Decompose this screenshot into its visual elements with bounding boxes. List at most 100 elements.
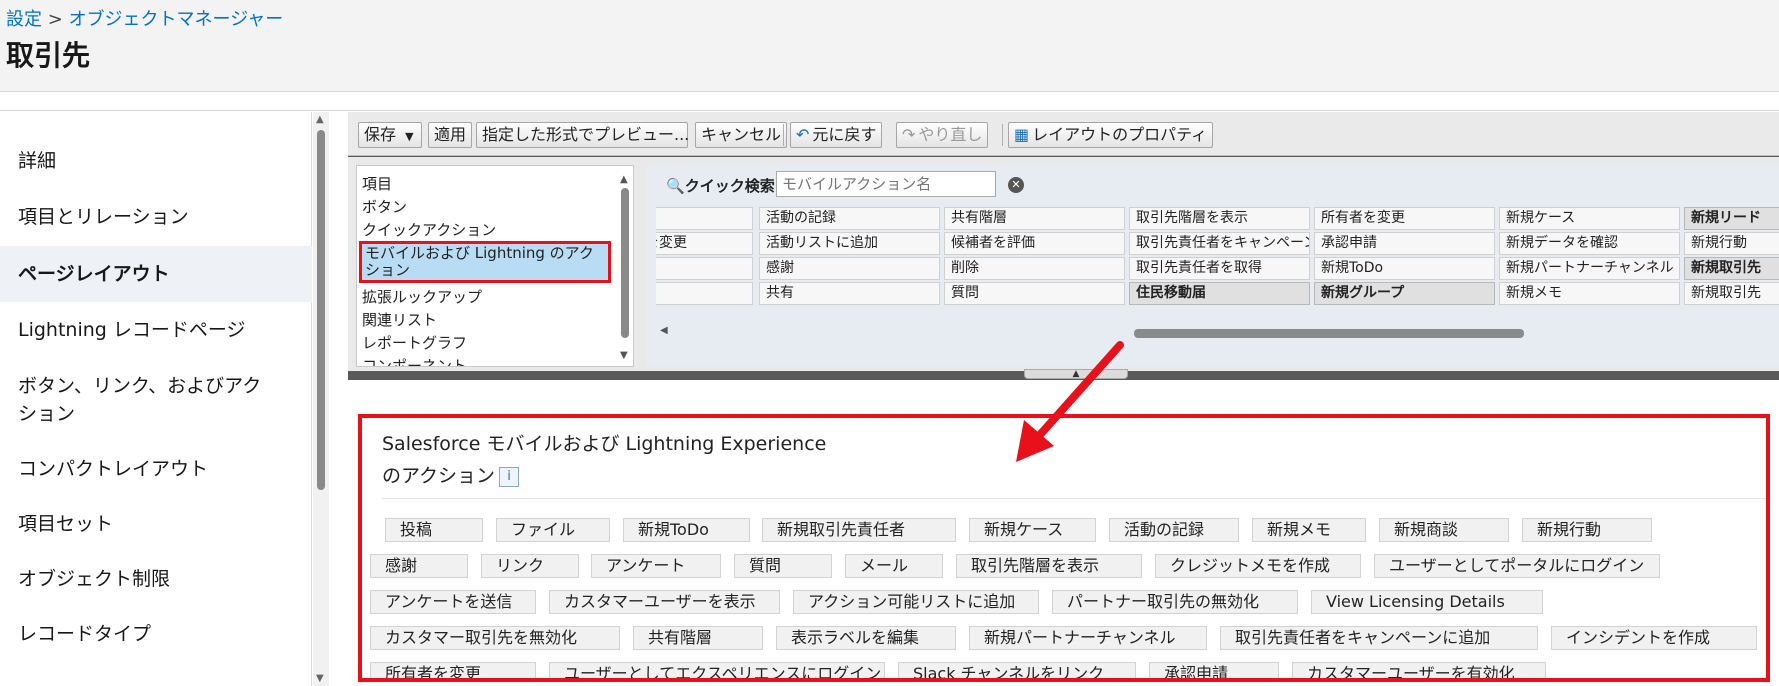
palette-action-item[interactable]: 承認申請	[1314, 232, 1495, 255]
palette-action-item[interactable]: 活動の記録	[759, 207, 940, 230]
palette-action-item[interactable]: 取引先責任者をキャンペーンに追加	[1129, 232, 1310, 255]
layout-action-chip[interactable]: アンケートを送信	[370, 590, 536, 614]
scroll-left-icon[interactable]: ◀	[660, 325, 668, 336]
palette-action-item[interactable]: 送信	[656, 282, 753, 305]
palette-action-item[interactable]: 活動リストに追加	[759, 232, 940, 255]
palette-action-item[interactable]	[656, 207, 753, 230]
palette-action-item[interactable]: タイプを変更	[656, 232, 753, 255]
layout-action-chip[interactable]: ファイル	[496, 518, 610, 542]
layout-action-chip[interactable]: リンク	[481, 554, 579, 578]
layout-action-chip[interactable]: 新規ToDo	[623, 518, 750, 542]
category-components[interactable]: コンポーネント	[362, 356, 467, 366]
palette-action-item-used[interactable]: 新規グループ	[1314, 282, 1495, 305]
category-scrollbar[interactable]: ▲ ▼	[619, 174, 631, 364]
palette-action-item[interactable]: 所有者を変更	[1314, 207, 1495, 230]
scroll-up-icon[interactable]: ▲	[316, 114, 324, 125]
sidebar-item-details[interactable]: 詳細	[0, 147, 312, 175]
save-button[interactable]: 保存 ▼	[358, 122, 422, 148]
palette-action-item[interactable]: 新規取引先	[1684, 282, 1779, 305]
sidebar-item-page-layouts[interactable]: ページレイアウト	[0, 246, 312, 302]
layout-properties-button[interactable]: ▦ レイアウトのプロパティ	[1008, 122, 1214, 148]
sidebar-item-record-types[interactable]: レコードタイプ	[0, 620, 312, 648]
palette-collapse-handle[interactable]: ▲	[1024, 369, 1128, 379]
apply-button[interactable]: 適用	[428, 122, 473, 148]
layout-action-chip[interactable]: 取引先階層を表示	[956, 554, 1142, 578]
scrollbar-thumb[interactable]	[317, 130, 325, 490]
clear-search-icon[interactable]: ✕	[1008, 177, 1024, 193]
category-mobile-lightning-actions[interactable]: モバイルおよび Lightning のアクション	[359, 241, 611, 283]
layout-action-chip[interactable]: 所有者を変更	[370, 662, 536, 678]
category-buttons[interactable]: ボタン	[362, 197, 407, 217]
layout-action-chip[interactable]: 投稿	[385, 518, 483, 542]
palette-action-item[interactable]: 感謝	[759, 257, 940, 280]
layout-action-chip[interactable]: 取引先責任者をキャンペーンに追加	[1220, 626, 1538, 650]
category-report-charts[interactable]: レポートグラフ	[362, 333, 467, 353]
layout-action-chip[interactable]: 新規行動	[1522, 518, 1652, 542]
layout-action-chip[interactable]: カスタマーユーザーを有効化	[1292, 662, 1546, 678]
layout-action-chip[interactable]: カスタマー取引先を無効化	[370, 626, 620, 650]
layout-action-chip[interactable]: アクション可能リストに追加	[793, 590, 1039, 614]
layout-action-chip[interactable]: インシデントを作成	[1551, 626, 1757, 650]
layout-action-chip[interactable]: View Licensing Details	[1311, 590, 1543, 614]
layout-action-chip[interactable]: ユーザーとしてポータルにログイン	[1374, 554, 1660, 578]
palette-action-item[interactable]: 共有階層	[944, 207, 1125, 230]
quick-search-input[interactable]	[776, 171, 996, 197]
sidebar-scrollbar[interactable]: ▲ ▼	[313, 112, 329, 686]
layout-action-chip[interactable]: ユーザーとしてエクスペリエンスにログイン	[549, 662, 885, 678]
category-related-lists[interactable]: 関連リスト	[362, 310, 437, 330]
layout-action-chip[interactable]: 活動の記録	[1109, 518, 1239, 542]
palette-action-item[interactable]: 表示	[656, 257, 753, 280]
undo-button[interactable]: ↶ 元に戻す	[790, 122, 883, 148]
palette-action-item[interactable]: 新規ToDo	[1314, 257, 1495, 280]
palette-action-item[interactable]: 候補者を評価	[944, 232, 1125, 255]
layout-action-chip[interactable]: 表示ラベルを編集	[776, 626, 956, 650]
layout-action-chip[interactable]: 新規パートナーチャンネル	[969, 626, 1207, 650]
palette-action-item[interactable]: 新規行動	[1684, 232, 1779, 255]
palette-action-item[interactable]: 新規ケース	[1499, 207, 1680, 230]
layout-action-chip[interactable]: 新規メモ	[1252, 518, 1366, 542]
scroll-down-icon[interactable]: ▼	[316, 673, 324, 684]
layout-action-chip[interactable]: 質問	[734, 554, 832, 578]
scrollbar-thumb[interactable]	[621, 188, 629, 338]
scroll-up-icon[interactable]: ▲	[620, 174, 628, 185]
palette-action-item[interactable]: 削除	[944, 257, 1125, 280]
layout-action-chip[interactable]: 新規取引先責任者	[762, 518, 956, 542]
sidebar-item-compact-layouts[interactable]: コンパクトレイアウト	[0, 455, 312, 483]
palette-action-item[interactable]: 新規メモ	[1499, 282, 1680, 305]
scrollbar-thumb[interactable]	[1134, 329, 1524, 338]
palette-action-item[interactable]: 取引先階層を表示	[1129, 207, 1310, 230]
sidebar-item-object-limits[interactable]: オブジェクト制限	[0, 565, 312, 593]
palette-action-item[interactable]: 新規パートナーチャンネル	[1499, 257, 1680, 280]
layout-action-chip[interactable]: 共有階層	[633, 626, 763, 650]
category-expanded-lookups[interactable]: 拡張ルックアップ	[362, 287, 482, 307]
cancel-button[interactable]: キャンセル	[695, 122, 788, 148]
layout-action-chip[interactable]: 承認申請	[1149, 662, 1279, 678]
layout-action-chip[interactable]: 新規商談	[1379, 518, 1509, 542]
layout-action-chip[interactable]: 新規ケース	[969, 518, 1096, 542]
preview-as-dropdown[interactable]: 指定した形式でプレビュー... ▼	[476, 122, 705, 148]
category-quick-actions[interactable]: クイックアクション	[362, 220, 496, 240]
dropdown-arrow-icon[interactable]: ▼	[405, 130, 413, 143]
layout-action-chip[interactable]: カスタマーユーザーを表示	[549, 590, 780, 614]
palette-action-item[interactable]: 質問	[944, 282, 1125, 305]
info-icon[interactable]: i	[499, 466, 520, 487]
breadcrumb-object-manager-link[interactable]: オブジェクトマネージャー	[69, 9, 284, 30]
layout-action-chip[interactable]: メール	[845, 554, 943, 578]
palette-horizontal-scrollbar[interactable]: ◀	[656, 325, 1779, 339]
layout-action-chip[interactable]: 感謝	[370, 554, 468, 578]
palette-action-item-used[interactable]: 新規リード	[1684, 207, 1779, 230]
category-fields[interactable]: 項目	[362, 174, 392, 194]
palette-action-item-used[interactable]: 住民移動届	[1129, 282, 1310, 305]
sidebar-item-field-sets[interactable]: 項目セット	[0, 510, 312, 538]
palette-action-item-used[interactable]: 新規取引先	[1684, 257, 1779, 280]
layout-action-chip[interactable]: パートナー取引先の無効化	[1052, 590, 1298, 614]
palette-action-item[interactable]: 取引先責任者を取得	[1129, 257, 1310, 280]
palette-action-item[interactable]: 共有	[759, 282, 940, 305]
sidebar-item-fields-relationships[interactable]: 項目とリレーション	[0, 203, 312, 231]
layout-action-chip[interactable]: Slack チャンネルをリンク	[898, 662, 1136, 678]
layout-action-chip[interactable]: アンケート	[591, 554, 721, 578]
palette-action-item[interactable]: 新規データを確認	[1499, 232, 1680, 255]
sidebar-item-lightning-record-pages[interactable]: Lightning レコードページ	[0, 316, 312, 344]
redo-button[interactable]: ↷ やり直し	[896, 122, 989, 148]
scroll-down-icon[interactable]: ▼	[620, 350, 628, 361]
